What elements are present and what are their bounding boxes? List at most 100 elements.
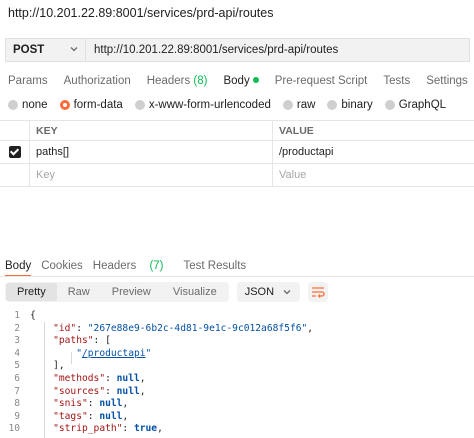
line-number: 6 <box>14 372 20 384</box>
json-key: "snis" <box>53 398 88 410</box>
code-line: 2 "id": "267e88e9-6b2c-4d81-9e1c-9c012a6… <box>0 323 474 336</box>
key-placeholder-input[interactable]: Key <box>30 164 273 186</box>
value-column-header: VALUE <box>279 124 314 137</box>
tab-headers[interactable]: Headers (8) <box>147 75 208 87</box>
tab-body[interactable]: Body <box>223 75 259 87</box>
wrap-lines-button[interactable] <box>308 282 329 302</box>
header-spacer <box>0 121 30 140</box>
tab-params[interactable]: Params <box>8 75 48 87</box>
json-null: null <box>99 398 123 410</box>
json-key: "methods" <box>53 372 106 384</box>
radio-label: GraphQL <box>398 99 447 111</box>
value-cell[interactable]: /productapi <box>273 141 474 163</box>
radio-icon <box>134 100 145 110</box>
json-key: "id" <box>53 322 77 334</box>
wrap-lines-icon <box>312 287 325 298</box>
json-string: "267e88e9-6b2c-4d81-9e1c-9c012a68f5f6" <box>87 322 308 334</box>
line-number: 1 <box>14 310 20 321</box>
url-input[interactable]: http://10.201.22.89:8001/services/prd-ap… <box>85 38 470 62</box>
code-line: 7 "sources": null, <box>0 386 474 399</box>
json-bracket: ], <box>53 360 65 372</box>
radio-icon <box>327 100 338 110</box>
radio-graphql[interactable]: GraphQL <box>384 99 447 111</box>
key-cell[interactable]: paths[] <box>30 141 273 163</box>
code-line: 3 "paths": [ <box>0 335 474 348</box>
response-headers-count: (7) <box>149 260 164 272</box>
tab-pre-request-script[interactable]: Pre-request Script <box>275 75 368 87</box>
code-line: 5 ], <box>0 360 474 373</box>
view-preview[interactable]: Preview <box>101 283 162 301</box>
line-number: 2 <box>14 322 20 334</box>
url-bar: POST http://10.201.22.89:8001/services/p… <box>5 38 470 62</box>
json-key: "tags" <box>53 410 88 422</box>
code-line: 9 "tags": null, <box>0 411 474 424</box>
tab-body-label: Body <box>223 75 250 87</box>
line-number: 3 <box>14 335 20 347</box>
view-raw[interactable]: Raw <box>57 283 101 301</box>
json-null: null <box>116 372 140 384</box>
line-number: 4 <box>14 347 20 359</box>
code-line: 6 "methods": null, <box>0 373 474 386</box>
response-tab-cookies[interactable]: Cookies <box>41 260 83 277</box>
json-key: "paths" <box>53 335 94 347</box>
tab-settings[interactable]: Settings <box>426 75 468 87</box>
format-label: JSON <box>244 286 275 298</box>
view-visualize[interactable]: Visualize <box>162 283 228 301</box>
view-pretty[interactable]: Pretty <box>6 283 57 301</box>
radio-selected-icon <box>59 100 70 110</box>
radio-icon <box>384 100 395 110</box>
value-placeholder-input[interactable]: Value <box>273 164 474 186</box>
request-title: http://10.201.22.89:8001/services/prd-ap… <box>8 6 274 20</box>
view-toolbar: Pretty Raw Preview Visualize JSON <box>5 282 329 302</box>
json-quote: " <box>145 347 152 359</box>
json-key: "sources" <box>53 385 106 397</box>
response-tab-headers[interactable]: Headers (7) <box>93 260 174 277</box>
radio-label: none <box>22 99 48 111</box>
radio-label: binary <box>341 99 373 111</box>
tab-authorization[interactable]: Authorization <box>64 75 131 87</box>
radio-binary[interactable]: binary <box>327 99 373 111</box>
code-line: 8 "snis": null, <box>0 398 474 411</box>
code-line: 10 "strip_path": true, <box>0 423 474 436</box>
radio-raw[interactable]: raw <box>282 99 315 111</box>
method-select[interactable]: POST <box>5 38 85 62</box>
response-headers-label: Headers <box>92 260 137 272</box>
tab-headers-label: Headers <box>146 75 191 87</box>
radio-icon <box>8 100 18 110</box>
chevron-down-icon <box>70 47 78 52</box>
empty-checkbox-cell <box>0 164 30 186</box>
response-tab-body[interactable]: Body <box>5 260 32 277</box>
json-bracket: [ <box>105 335 111 347</box>
json-key: "strip_path" <box>53 423 123 435</box>
divider <box>0 276 474 277</box>
body-type-options: none form-data x-www-form-urlencoded raw… <box>8 99 458 111</box>
chevron-down-icon <box>283 290 291 295</box>
radio-none[interactable]: none <box>8 99 48 111</box>
tab-tests[interactable]: Tests <box>383 75 410 87</box>
radio-label: form-data <box>73 99 123 111</box>
response-tab-test-results[interactable]: Test Results <box>184 260 247 277</box>
code-line: 1{ <box>0 310 474 323</box>
tab-headers-count: (8) <box>193 75 208 87</box>
view-mode-switch: Pretty Raw Preview Visualize <box>5 282 229 302</box>
table-row-empty: Key Value <box>0 164 474 187</box>
format-select[interactable]: JSON <box>236 282 301 302</box>
code-line: 4 "/productapi" <box>0 348 474 361</box>
form-data-table: KEY VALUE paths[] /productapi Key Value <box>0 120 474 187</box>
response-tabs: Body Cookies Headers (7) Test Results <box>5 260 474 277</box>
key-column-header: KEY <box>30 121 273 140</box>
radio-urlencoded[interactable]: x-www-form-urlencoded <box>134 99 271 111</box>
row-checkbox[interactable] <box>8 146 21 158</box>
radio-icon <box>282 100 293 110</box>
json-null: null <box>116 385 140 397</box>
method-label: POST <box>13 44 45 56</box>
line-number: 7 <box>14 385 20 397</box>
status-dot-icon <box>252 76 259 83</box>
code-text: { <box>30 310 36 321</box>
response-body-code[interactable]: 1{ 2 "id": "267e88e9-6b2c-4d81-9e1c-9c01… <box>0 310 474 436</box>
line-number: 8 <box>14 398 20 410</box>
radio-form-data[interactable]: form-data <box>59 99 123 111</box>
request-tabs: Params Authorization Headers (8) Body Pr… <box>8 75 474 87</box>
table-row: paths[] /productapi <box>0 141 474 164</box>
json-path-link[interactable]: /productapi <box>82 348 146 359</box>
